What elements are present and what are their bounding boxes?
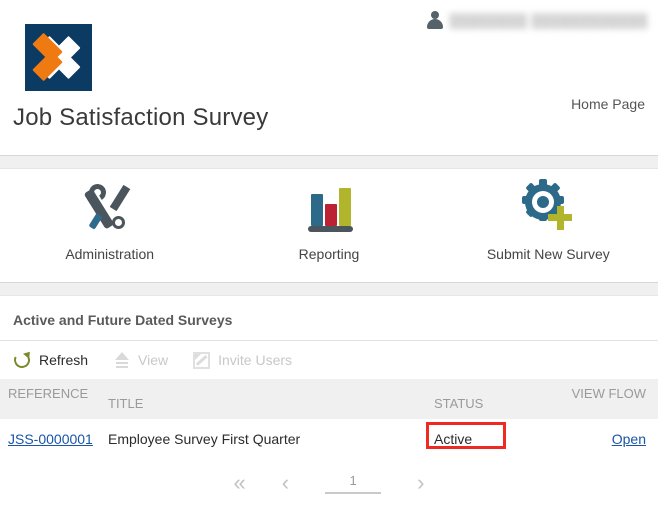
cell-reference: JSS-0000001 bbox=[0, 419, 96, 459]
user-name-label: ████████ ████████████ bbox=[449, 12, 648, 28]
column-header-reference[interactable]: REFERENCE bbox=[0, 379, 96, 419]
list-toolbar: Refresh View Invite Users bbox=[0, 340, 658, 379]
user-avatar-icon bbox=[426, 10, 444, 30]
nav-tile-label: Submit New Survey bbox=[486, 246, 610, 262]
nav-tile-label: Administration bbox=[65, 246, 155, 262]
invite-users-icon bbox=[192, 351, 211, 370]
nav-tile-label: Reporting bbox=[298, 246, 360, 262]
column-header-status[interactable]: STATUS bbox=[426, 379, 556, 419]
cell-view-flow: Open bbox=[556, 419, 658, 459]
refresh-button-label: Refresh bbox=[39, 352, 89, 368]
cell-status: Active bbox=[426, 419, 556, 459]
invite-users-button[interactable]: Invite Users bbox=[192, 351, 292, 370]
tools-icon bbox=[81, 182, 139, 236]
column-header-view-flow[interactable]: VIEW FLOW bbox=[556, 379, 658, 419]
app-logo-icon bbox=[25, 24, 92, 91]
bar-chart-icon bbox=[300, 182, 358, 236]
section-title: Active and Future Dated Surveys bbox=[13, 312, 233, 328]
column-header-title[interactable]: TITLE bbox=[96, 379, 426, 419]
nav-tiles: Administration Reporting Submit New Surv… bbox=[0, 169, 658, 282]
invite-users-button-label: Invite Users bbox=[218, 352, 293, 368]
user-account-strip[interactable]: ████████ ████████████ bbox=[426, 10, 648, 30]
reference-link[interactable]: JSS-0000001 bbox=[8, 431, 93, 447]
view-button-label: View bbox=[138, 352, 169, 368]
table-row[interactable]: JSS-0000001 Employee Survey First Quarte… bbox=[0, 419, 658, 459]
header-divider-band bbox=[0, 155, 658, 169]
app-header: ████████ ████████████ Job Satisfaction S… bbox=[0, 0, 658, 155]
next-page-button[interactable]: › bbox=[417, 471, 424, 494]
previous-page-button[interactable]: ‹ bbox=[282, 471, 289, 494]
view-icon bbox=[112, 351, 131, 370]
pagination: « ‹ › bbox=[0, 459, 658, 494]
page-number-input[interactable] bbox=[325, 471, 382, 494]
refresh-button[interactable]: Refresh bbox=[11, 348, 89, 370]
first-page-button[interactable]: « bbox=[234, 471, 246, 494]
cell-title: Employee Survey First Quarter bbox=[96, 419, 426, 459]
gear-plus-icon bbox=[519, 179, 577, 236]
surveys-table: REFERENCE TITLE STATUS VIEW FLOW JSS-000… bbox=[0, 379, 658, 459]
nav-tile-administration[interactable]: Administration bbox=[0, 169, 219, 262]
nav-tile-submit-new-survey[interactable]: Submit New Survey bbox=[439, 169, 658, 262]
home-page-link[interactable]: Home Page bbox=[571, 96, 645, 112]
page-title: Job Satisfaction Survey bbox=[13, 104, 269, 131]
view-button[interactable]: View bbox=[112, 351, 168, 370]
open-flow-link[interactable]: Open bbox=[612, 431, 646, 447]
section-divider-band bbox=[0, 282, 658, 296]
table-header-row: REFERENCE TITLE STATUS VIEW FLOW bbox=[0, 379, 658, 419]
nav-tile-reporting[interactable]: Reporting bbox=[219, 169, 438, 262]
refresh-icon bbox=[11, 348, 33, 370]
status-badge: Active bbox=[434, 431, 473, 447]
